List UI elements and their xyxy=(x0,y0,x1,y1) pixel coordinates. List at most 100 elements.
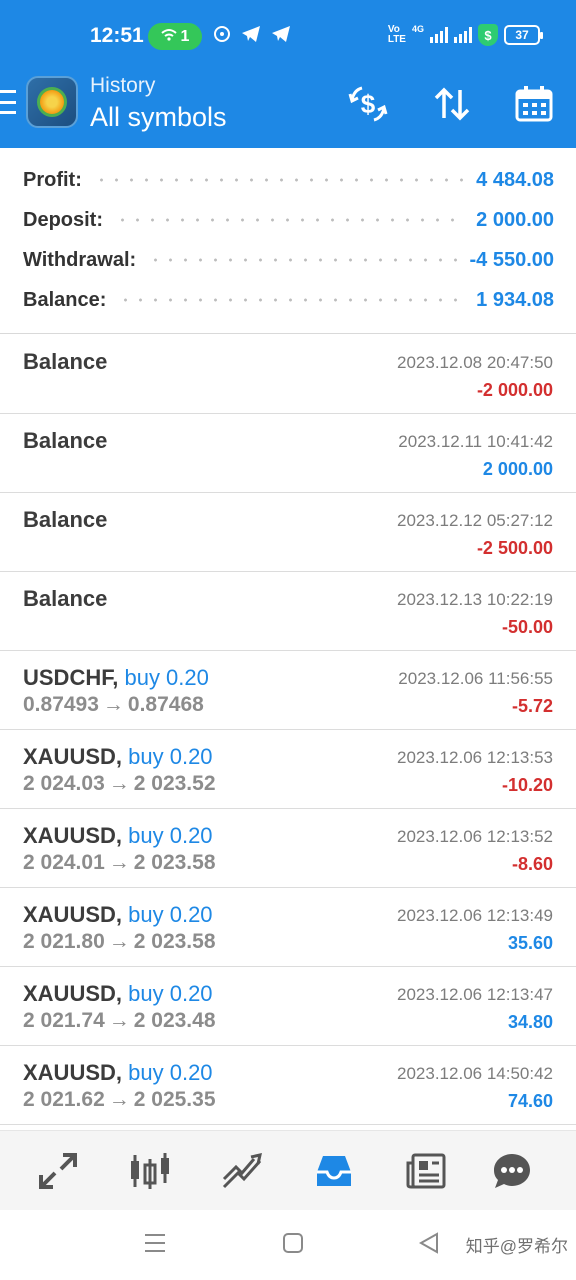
list-item[interactable]: Balance 2023.12.11 10:41:42 2 000.00 xyxy=(0,414,576,493)
deal-symbol: USDCHF, xyxy=(23,665,119,690)
summary-label: Deposit: xyxy=(23,208,103,231)
deal-symbol: XAUUSD, xyxy=(23,981,123,1006)
recent-apps-icon[interactable] xyxy=(144,1232,166,1259)
deal-prices: 2 024.01 → 2 023.58 xyxy=(23,851,216,875)
list-item[interactable]: USDCHF, buy 0.20 0.87493 → 0.87468 2023.12… xyxy=(0,651,576,730)
deal-symbol: XAUUSD, xyxy=(23,744,123,769)
signal-icon xyxy=(430,27,448,43)
status-right-icons: Vo LTE 4G $ 37 xyxy=(387,24,543,46)
deal-time: 2023.12.06 14:50:42 xyxy=(397,1064,553,1083)
list-item[interactable]: Balance 2023.12.13 10:22:19 -50.00 xyxy=(0,572,576,651)
history-summary: Profit: 4 484.08 Deposit: 2 000.00 Withd… xyxy=(0,148,576,334)
deal-symbol: XAUUSD, xyxy=(23,823,123,848)
deal-profit: 74.60 xyxy=(507,1091,553,1111)
close-price: 2 023.58 xyxy=(133,851,216,874)
deal-symbol: XAUUSD, xyxy=(23,1060,123,1085)
dotted-leader xyxy=(115,218,465,222)
app-header: History All symbols $ xyxy=(0,72,576,148)
deal-title: Balance xyxy=(23,586,108,611)
summary-value: 1 934.08 xyxy=(476,288,554,311)
arrow-right-icon: → xyxy=(102,693,124,716)
deal-profit: -2 500.00 xyxy=(476,538,553,558)
open-price: 2 024.01 xyxy=(23,851,105,874)
deal-title: XAUUSD, buy 0.20 xyxy=(23,902,213,928)
notification-icons xyxy=(212,24,292,49)
deal-profit: 2 000.00 xyxy=(482,459,553,479)
deal-side: buy 0.20 xyxy=(128,902,213,927)
volte-icon: Vo LTE xyxy=(387,24,406,45)
deal-title: XAUUSD, buy 0.20 xyxy=(23,744,213,770)
status-bar: 12:51 1 Vo LTE 4G $ 37 xyxy=(0,0,576,72)
trade-icon[interactable] xyxy=(220,1149,264,1193)
summary-row-withdrawal: Withdrawal: -4 550.00 xyxy=(23,240,554,280)
deal-prices: 2 021.80 → 2 023.58 xyxy=(23,930,216,954)
deal-time: 2023.12.06 11:56:55 xyxy=(398,669,553,688)
deal-prices: 2 021.74 → 2 023.48 xyxy=(23,1009,216,1033)
chart-icon[interactable] xyxy=(128,1149,172,1193)
calendar-icon[interactable] xyxy=(512,84,556,124)
deal-time: 2023.12.06 12:13:49 xyxy=(397,906,553,925)
list-item[interactable]: Balance 2023.12.08 20:47:50 -2 000.00 xyxy=(0,335,576,414)
arrow-right-icon: → xyxy=(108,851,130,874)
hotspot-icon xyxy=(160,28,177,45)
deal-time: 2023.12.06 12:13:53 xyxy=(397,748,553,767)
summary-label: Profit: xyxy=(23,168,82,191)
status-time: 12:51 xyxy=(90,24,144,47)
telegram-icon xyxy=(240,24,262,49)
list-item[interactable]: XAUUSD, buy 0.20 2 021.80 → 2 023.58 2023.… xyxy=(0,888,576,967)
deal-title: Balance xyxy=(23,349,108,374)
signal-icon-2 xyxy=(454,27,472,43)
deal-time: 2023.12.12 05:27:12 xyxy=(397,511,553,530)
list-item[interactable]: Balance 2023.12.12 05:27:12 -2 500.00 xyxy=(0,493,576,572)
close-price: 2 023.52 xyxy=(133,772,216,795)
deal-side: buy 0.20 xyxy=(128,1060,213,1085)
hotspot-pill: 1 xyxy=(148,23,202,50)
open-price: 2 021.62 xyxy=(23,1088,105,1111)
list-item[interactable]: XAUUSD, buy 0.20 2 021.74 → 2 023.48 2023.… xyxy=(0,967,576,1046)
menu-icon[interactable] xyxy=(0,90,16,114)
deal-title: XAUUSD, buy 0.20 xyxy=(23,823,213,849)
svg-text:$: $ xyxy=(361,89,376,119)
deal-profit: -2 000.00 xyxy=(476,380,553,400)
deal-title: USDCHF, buy 0.20 xyxy=(23,665,209,691)
header-title[interactable]: All symbols xyxy=(90,102,227,133)
deal-side: buy 0.20 xyxy=(128,823,213,848)
security-shield-icon: $ xyxy=(478,24,498,46)
dotted-leader xyxy=(118,298,465,302)
deal-time: 2023.12.08 20:47:50 xyxy=(397,353,553,372)
arrow-right-icon: → xyxy=(108,1009,130,1032)
open-price: 2 021.80 xyxy=(23,930,105,953)
deal-prices: 0.87493 → 0.87468 xyxy=(23,693,204,717)
summary-value: 4 484.08 xyxy=(476,168,554,191)
close-price: 2 025.35 xyxy=(133,1088,216,1111)
open-price: 2 021.74 xyxy=(23,1009,105,1032)
dotted-leader xyxy=(93,178,465,182)
open-price: 2 024.03 xyxy=(23,772,105,795)
arrow-right-icon: → xyxy=(108,1088,130,1111)
history-icon[interactable] xyxy=(312,1149,356,1193)
deal-prices: 2 021.62 → 2 025.35 xyxy=(23,1088,216,1112)
currency-exchange-icon[interactable]: $ xyxy=(346,84,390,124)
back-icon[interactable] xyxy=(418,1232,440,1259)
list-item[interactable]: XAUUSD, buy 0.20 2 021.62 → 2 025.35 2023.… xyxy=(0,1046,576,1125)
summary-row-deposit: Deposit: 2 000.00 xyxy=(23,200,554,240)
hotspot-count: 1 xyxy=(180,27,190,45)
home-icon[interactable] xyxy=(282,1232,304,1259)
summary-row-profit: Profit: 4 484.08 xyxy=(23,160,554,200)
summary-row-balance: Balance: 1 934.08 xyxy=(23,280,554,320)
quotes-icon[interactable] xyxy=(36,1149,80,1193)
arrow-right-icon: → xyxy=(108,772,130,795)
sort-icon[interactable] xyxy=(430,84,474,124)
list-item[interactable]: XAUUSD, buy 0.20 2 024.01 → 2 023.58 2023.… xyxy=(0,809,576,888)
summary-value: -4 550.00 xyxy=(469,248,554,271)
messages-icon[interactable] xyxy=(490,1149,534,1193)
summary-label: Balance: xyxy=(23,288,107,311)
news-icon[interactable] xyxy=(404,1149,448,1193)
list-item[interactable]: XAUUSD, buy 0.20 2 024.03 → 2 023.52 2023.… xyxy=(0,730,576,809)
summary-value: 2 000.00 xyxy=(476,208,554,231)
deal-title: XAUUSD, buy 0.20 xyxy=(23,1060,213,1086)
deal-title: Balance xyxy=(23,507,108,532)
arrow-right-icon: → xyxy=(108,930,130,953)
system-navigation-bar: 知乎@罗希尔 xyxy=(0,1210,576,1280)
watermark: 知乎@罗希尔 xyxy=(465,1237,568,1256)
